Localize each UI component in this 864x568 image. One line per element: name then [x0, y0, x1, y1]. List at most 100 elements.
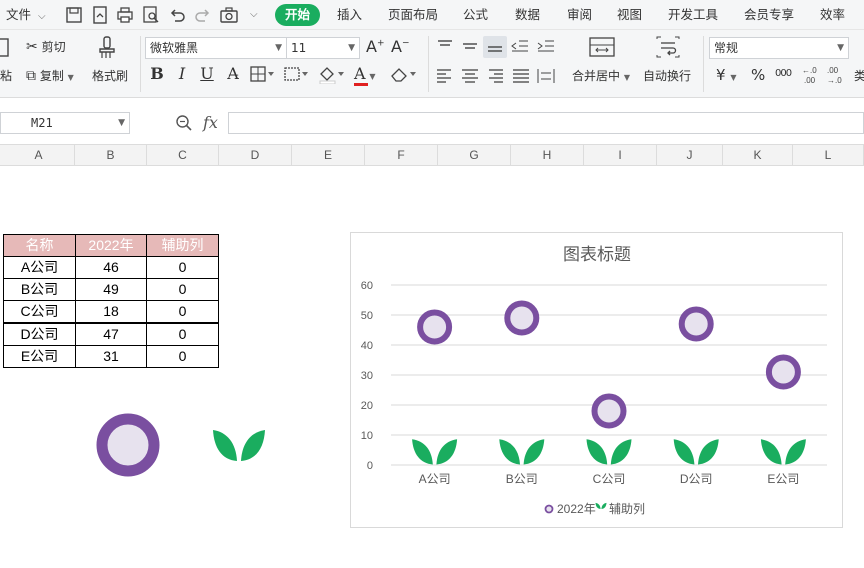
name-box[interactable]: M21 ▼ [0, 112, 130, 134]
align-top-icon[interactable] [436, 38, 454, 54]
print-preview-icon[interactable] [141, 5, 161, 25]
table-cell[interactable]: C公司 [3, 300, 76, 323]
table-cell[interactable]: E公司 [3, 345, 76, 368]
strikethrough-icon[interactable]: A̶ [223, 64, 243, 84]
tab-efficiency[interactable]: 效率 [820, 0, 845, 30]
bold-icon[interactable]: B [147, 64, 167, 84]
table-cell[interactable]: 0 [146, 256, 219, 279]
quick-access-more-icon[interactable]: ⌵ [250, 0, 258, 30]
table-cell[interactable]: 0 [146, 323, 219, 346]
tab-developer[interactable]: 开发工具 [668, 0, 718, 30]
table-cell[interactable]: 18 [75, 300, 147, 323]
paste-icon[interactable] [0, 36, 12, 58]
percent-format-button[interactable]: % [751, 66, 765, 84]
align-bottom-icon[interactable] [483, 36, 507, 58]
save-icon[interactable] [64, 5, 84, 25]
chart-container[interactable]: 图表标题 0 10 20 30 40 50 60 A公司 B公司 C公司 D公司 E公司 2022年… [350, 232, 843, 528]
column-header[interactable]: E [292, 145, 365, 166]
column-header[interactable]: K [723, 145, 793, 166]
justify-icon[interactable] [512, 68, 530, 84]
tab-view[interactable]: 视图 [617, 0, 642, 30]
chart-title[interactable]: 图表标题 [563, 245, 631, 264]
file-menu[interactable]: 文件 ⌵ [6, 0, 46, 30]
fill-color-icon[interactable] [318, 66, 346, 84]
formula-input[interactable] [228, 112, 864, 134]
table-cell[interactable]: 0 [146, 300, 219, 323]
thousands-separator-button[interactable]: 000 [775, 68, 792, 79]
zoom-search-icon[interactable] [175, 114, 193, 132]
table-header[interactable]: 2022年 [75, 234, 147, 257]
increase-indent-icon[interactable] [537, 38, 555, 54]
column-header[interactable]: D [219, 145, 292, 166]
tab-page-layout[interactable]: 页面布局 [388, 0, 438, 30]
redo-icon[interactable] [193, 5, 213, 25]
cut-button[interactable]: ✂ 剪切 [26, 38, 66, 55]
decrease-decimal-icon[interactable]: .00 →.0 [826, 64, 846, 86]
underline-icon[interactable]: U [197, 64, 217, 84]
paste-button[interactable]: 粘 [0, 67, 12, 84]
table-cell[interactable]: 49 [75, 278, 147, 301]
column-header[interactable]: L [793, 145, 864, 166]
borders-icon[interactable] [250, 66, 276, 82]
italic-icon[interactable]: I [172, 64, 192, 84]
table-cell[interactable]: A公司 [3, 256, 76, 279]
number-format-select[interactable]: 常规 ▼ [709, 37, 849, 59]
tab-member[interactable]: 会员专享 [744, 0, 794, 30]
table-cell[interactable]: 47 [75, 323, 147, 346]
merge-cells-icon[interactable] [589, 36, 615, 58]
circle-marker-image[interactable] [94, 412, 162, 480]
column-header[interactable]: B [75, 145, 147, 166]
table-cell[interactable]: 46 [75, 256, 147, 279]
increase-font-icon[interactable]: A+ [366, 37, 385, 56]
copy-button[interactable]: ⧉ 复制 ▼ [26, 67, 74, 84]
table-cell[interactable]: B公司 [3, 278, 76, 301]
tab-formulas[interactable]: 公式 [463, 0, 488, 30]
print-icon[interactable] [115, 5, 135, 25]
align-right-icon[interactable] [486, 68, 504, 84]
undo-icon[interactable] [167, 5, 187, 25]
font-size-select[interactable]: 11 ▼ [286, 37, 360, 59]
currency-format-button[interactable]: ¥ ▼ [716, 66, 736, 84]
column-header[interactable]: H [511, 145, 584, 166]
leaf-marker-image[interactable] [210, 424, 268, 464]
type-conversion-button[interactable]: 类 [854, 67, 864, 84]
table-cell[interactable]: D公司 [3, 323, 76, 346]
table-cell[interactable]: 0 [146, 278, 219, 301]
column-header[interactable]: G [438, 145, 511, 166]
column-header[interactable]: J [657, 145, 723, 166]
paintbrush-icon[interactable] [96, 36, 118, 60]
font-color-icon[interactable]: A ▼ [354, 64, 376, 86]
font-name-select[interactable]: 微软雅黑 ▼ [145, 37, 287, 59]
chevron-down-icon: ▼ [348, 43, 355, 53]
table-header[interactable]: 名称 [3, 234, 76, 257]
merge-center-button[interactable]: 合并居中 ▼ [572, 67, 630, 84]
cell-style-icon[interactable] [284, 66, 310, 82]
column-header[interactable]: C [147, 145, 219, 166]
align-middle-icon[interactable] [461, 38, 479, 54]
tab-data[interactable]: 数据 [515, 0, 540, 30]
tab-home[interactable]: 开始 [275, 4, 321, 26]
increase-decimal-icon[interactable]: ←.0.00 [801, 64, 821, 86]
align-left-icon[interactable] [436, 68, 454, 84]
column-header[interactable]: I [584, 145, 657, 166]
distributed-align-icon[interactable] [537, 68, 555, 84]
camera-icon[interactable] [219, 5, 239, 25]
decrease-font-icon[interactable]: A− [391, 37, 410, 56]
column-header[interactable]: A [3, 145, 75, 166]
wrap-text-icon[interactable] [656, 36, 680, 58]
tab-insert[interactable]: 插入 [337, 0, 362, 30]
leaf-left [595, 502, 601, 509]
column-header[interactable]: F [365, 145, 438, 166]
table-cell[interactable]: 0 [146, 345, 219, 368]
insert-function-button[interactable]: fx [203, 113, 218, 132]
decrease-indent-icon[interactable] [511, 38, 529, 54]
format-painter-button[interactable]: 格式刷 [92, 67, 128, 84]
percent-label: % [751, 66, 766, 84]
tab-review[interactable]: 审阅 [567, 0, 592, 30]
wrap-text-button[interactable]: 自动换行 [643, 67, 691, 84]
export-pdf-icon[interactable] [90, 5, 110, 25]
eraser-icon[interactable] [390, 66, 418, 82]
table-cell[interactable]: 31 [75, 345, 147, 368]
table-header[interactable]: 辅助列 [146, 234, 219, 257]
align-center-icon[interactable] [461, 68, 479, 84]
